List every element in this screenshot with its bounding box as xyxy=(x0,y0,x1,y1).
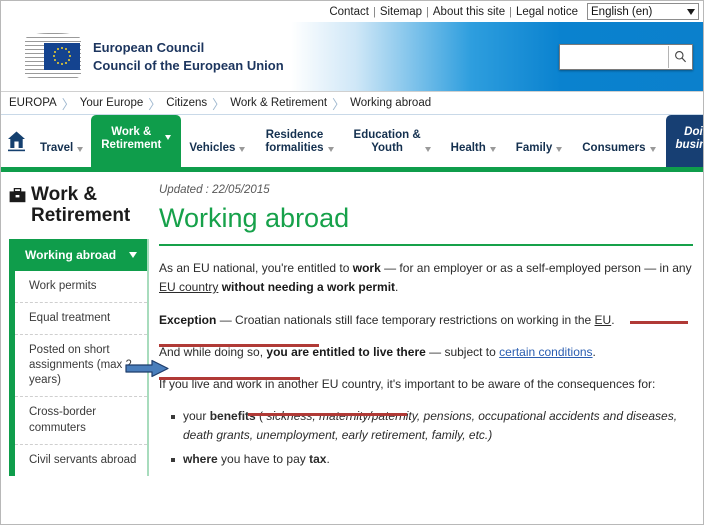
site-logo[interactable]: European Council Council of the European… xyxy=(1,32,284,81)
updated-date: Updated : 22/05/2015 xyxy=(159,184,270,196)
nav-item-label: Consumers xyxy=(582,141,646,154)
nav-item-vehicles[interactable]: Vehicles xyxy=(181,142,253,167)
utility-link-contact[interactable]: Contact xyxy=(325,6,373,18)
page-root: Contact | Sitemap | About this site | Le… xyxy=(0,0,704,525)
logo-text: European Council Council of the European… xyxy=(93,39,284,74)
emphasis-live-there: you are entitled to live there xyxy=(266,345,426,359)
nav-item-doing-business[interactable]: Doing business xyxy=(665,115,703,167)
site-banner: European Council Council of the European… xyxy=(1,22,703,92)
sidebar-title-text: Work & Retirement xyxy=(31,184,131,227)
emphasis-benefits: benefits xyxy=(209,408,256,423)
emphasis-without-permit: without needing a work permit xyxy=(221,280,396,295)
sidebar-item-cross-border-commuters[interactable]: Cross-border commuters xyxy=(15,397,147,445)
article: Updated : 22/05/2015 Working abroad As a… xyxy=(149,172,703,474)
main-navigation: Travel Work & Retirement Vehicles Reside… xyxy=(1,115,703,172)
search-box xyxy=(559,43,693,70)
sidebar-menu: Working abroad Work permits Equal treatm… xyxy=(9,238,149,476)
sidebar-item-work-permits[interactable]: Work permits xyxy=(15,270,147,303)
page-title: Working abroad xyxy=(159,203,693,246)
breadcrumb-item-work-retirement[interactable]: Work & Retirement xyxy=(230,97,327,109)
page-content: Work & Retirement Working abroad Work pe… xyxy=(1,172,703,476)
nav-item-label: Vehicles xyxy=(189,141,236,154)
sidebar-section-working-abroad[interactable]: Working abroad xyxy=(15,238,147,271)
consequences-list: your benefits ( sickness, maternity/pate… xyxy=(159,407,693,470)
chevron-down-icon xyxy=(77,147,84,152)
sidebar-item-equal-treatment[interactable]: Equal treatment xyxy=(15,302,147,335)
language-select-value: English (en) xyxy=(591,5,653,18)
nav-item-label: Doing business xyxy=(675,125,703,151)
utility-link-about[interactable]: About this site xyxy=(429,6,509,18)
search-input[interactable] xyxy=(560,45,668,68)
nav-item-label: Residence formalities xyxy=(265,128,324,154)
chevron-down-icon xyxy=(489,147,496,152)
emphasis-work: work xyxy=(352,260,381,275)
utility-bar: Contact | Sitemap | About this site | Le… xyxy=(1,1,703,22)
link-eu-country[interactable]: EU country xyxy=(159,280,218,294)
nav-item-health[interactable]: Health xyxy=(443,142,504,167)
home-icon xyxy=(8,131,25,152)
sidebar-item-posted-short-assignments[interactable]: Posted on short assignments (max 2 years… xyxy=(15,334,147,398)
nav-item-label: Travel xyxy=(40,141,74,154)
breadcrumb-separator: 〉 xyxy=(212,96,226,112)
chevron-down-icon xyxy=(556,147,563,152)
list-item: where you have to pay tax. xyxy=(171,450,693,469)
breadcrumb-separator: 〉 xyxy=(61,96,75,112)
logo-line-2: Council of the European Union xyxy=(93,57,284,73)
paragraph-2: Exception — Croatian nationals still fac… xyxy=(159,312,615,327)
breadcrumb-item-citizens[interactable]: Citizens xyxy=(166,97,207,109)
annotation-underline-eu-country xyxy=(630,321,688,324)
utility-link-legal[interactable]: Legal notice xyxy=(512,6,582,18)
utility-links: Contact | Sitemap | About this site | Le… xyxy=(325,6,582,18)
link-certain-conditions[interactable]: certain conditions xyxy=(499,345,592,359)
breadcrumb-item-europa[interactable]: EUROPA xyxy=(9,97,57,109)
chevron-down-icon xyxy=(649,147,656,152)
emphasis-exception: Exception xyxy=(159,312,217,327)
nav-item-residence-formalities[interactable]: Residence formalities xyxy=(257,129,341,167)
chevron-down-icon xyxy=(327,147,334,152)
sidebar-section-label: Working abroad xyxy=(25,247,117,262)
nav-item-work-retirement[interactable]: Work & Retirement xyxy=(91,115,182,167)
nav-item-education-youth[interactable]: Education & Youth xyxy=(346,129,439,167)
emphasis-tax: tax xyxy=(309,452,327,467)
chevron-down-icon xyxy=(687,8,695,15)
briefcase-icon xyxy=(9,188,26,203)
chevron-down-icon xyxy=(424,147,431,152)
search-button[interactable] xyxy=(668,45,692,68)
nav-item-label: Education & Youth xyxy=(353,128,421,154)
search-icon xyxy=(675,51,687,63)
chevron-down-icon xyxy=(129,251,137,258)
annotation-underline-live-there xyxy=(248,413,407,416)
nav-item-consumers[interactable]: Consumers xyxy=(574,142,663,167)
language-select[interactable]: English (en) xyxy=(587,3,699,20)
nav-item-label: Health xyxy=(450,141,486,154)
paragraph-1: As an EU national, you're entitled to wo… xyxy=(159,260,692,295)
eu-stars xyxy=(53,47,71,65)
annotation-underline-exception xyxy=(159,377,300,380)
chevron-down-icon xyxy=(165,135,172,140)
link-eu[interactable]: EU xyxy=(595,313,612,327)
sidebar-title: Work & Retirement xyxy=(9,184,149,227)
utility-link-sitemap[interactable]: Sitemap xyxy=(376,6,426,18)
sidebar: Work & Retirement Working abroad Work pe… xyxy=(1,172,149,476)
nav-item-label: Family xyxy=(515,141,553,154)
breadcrumb-item-your-europe[interactable]: Your Europe xyxy=(80,97,144,109)
nav-item-label: Work & Retirement xyxy=(101,125,162,151)
breadcrumb: EUROPA 〉 Your Europe 〉 Citizens 〉 Work &… xyxy=(1,92,703,115)
logo-flag xyxy=(44,42,80,70)
nav-item-family[interactable]: Family xyxy=(508,142,570,167)
chevron-down-icon xyxy=(239,147,246,152)
annotation-underline-without-permit xyxy=(159,344,319,347)
breadcrumb-item-working-abroad[interactable]: Working abroad xyxy=(350,97,431,109)
eu-flag-icon xyxy=(25,32,81,81)
nav-home-button[interactable] xyxy=(7,119,26,167)
breadcrumb-separator: 〉 xyxy=(148,96,162,112)
nav-item-travel[interactable]: Travel xyxy=(32,142,91,167)
breadcrumb-separator: 〉 xyxy=(332,96,346,112)
sidebar-item-civil-servants-abroad[interactable]: Civil servants abroad xyxy=(15,444,147,476)
emphasis-where: where xyxy=(183,452,218,467)
logo-line-1: European Council xyxy=(93,39,205,55)
